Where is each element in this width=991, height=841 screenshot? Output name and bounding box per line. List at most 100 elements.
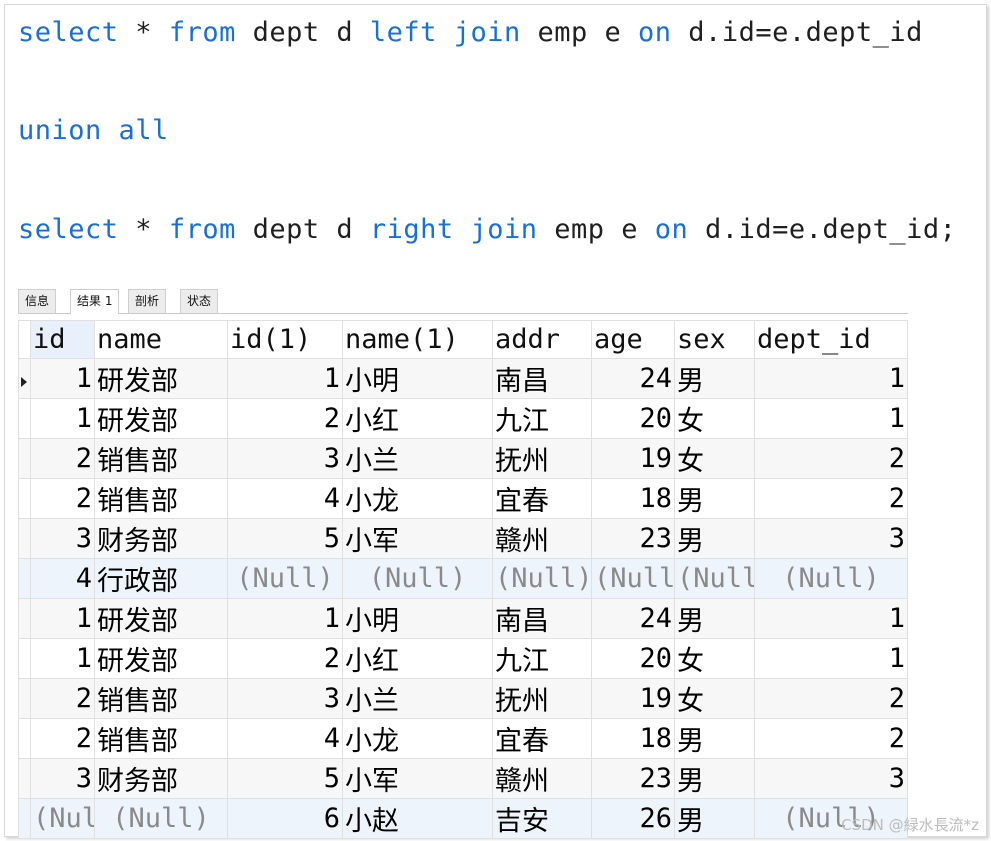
table-row[interactable]: 1 研发部 1 小明 南昌 24 男 1 (18, 598, 908, 639)
table-cell[interactable]: 1 (30, 398, 95, 439)
table-cell[interactable]: 2 (30, 478, 95, 519)
row-marker[interactable] (18, 718, 31, 759)
table-cell[interactable]: 5 (227, 758, 343, 799)
row-marker[interactable] (18, 478, 31, 519)
table-row[interactable]: 4行政部(Null)(Null)(Null)(Null)(Null)(Null) (18, 558, 908, 599)
row-marker[interactable] (18, 358, 31, 399)
column-header[interactable]: id(1) (227, 320, 343, 359)
table-cell[interactable]: 2 (30, 438, 95, 479)
table-cell[interactable]: 1 (227, 358, 343, 399)
table-cell[interactable]: 男 (674, 358, 755, 399)
table-cell[interactable]: 1 (30, 638, 95, 679)
row-marker[interactable] (18, 798, 31, 839)
table-cell[interactable]: 小明 (342, 598, 493, 639)
table-cell[interactable]: 19 (591, 438, 675, 479)
column-header[interactable]: id (30, 320, 95, 359)
table-cell[interactable]: 2 (754, 478, 908, 519)
tab-result-1[interactable]: 结果 1 (70, 289, 120, 314)
table-cell[interactable]: 男 (674, 478, 755, 519)
table-cell[interactable]: 18 (591, 718, 675, 759)
table-cell[interactable]: 宜春 (492, 718, 592, 759)
table-row[interactable]: (Null)(Null)6小赵吉安26男(Null) (18, 798, 908, 839)
table-cell[interactable]: 23 (591, 758, 675, 799)
table-cell[interactable]: 4 (227, 718, 343, 759)
column-header[interactable]: addr (492, 320, 592, 359)
sql-line-1[interactable]: select * from dept d left join emp e on … (18, 16, 923, 50)
table-cell[interactable]: 女 (674, 638, 755, 679)
table-cell[interactable]: 2 (30, 718, 95, 759)
tab-status[interactable]: 状态 (180, 289, 219, 313)
column-header[interactable]: age (591, 320, 675, 359)
table-cell[interactable]: 24 (591, 598, 675, 639)
table-row[interactable]: 2 销售部 3 小兰 抚州 19 女 2 (18, 438, 908, 479)
column-header[interactable]: sex (674, 320, 755, 359)
table-cell[interactable]: 销售部 (94, 718, 228, 759)
table-row[interactable]: 2 销售部 3 小兰 抚州 19 女 2 (18, 678, 908, 719)
table-cell[interactable]: 19 (591, 678, 675, 719)
table-cell[interactable]: 26 (591, 798, 675, 839)
table-row[interactable]: 3 财务部 5 小军 赣州 23 男 3 (18, 518, 908, 559)
table-row[interactable]: 1 研发部 2 小红 九江 20 女 1 (18, 398, 908, 439)
column-header[interactable]: name(1) (342, 320, 493, 359)
table-cell[interactable]: 1 (30, 598, 95, 639)
table-cell[interactable]: 行政部 (94, 558, 228, 599)
table-cell[interactable]: 男 (674, 718, 755, 759)
column-header[interactable]: dept_id (754, 320, 908, 359)
row-marker[interactable] (18, 558, 31, 599)
column-header[interactable]: name (94, 320, 228, 359)
sql-line-3[interactable]: select * from dept d right join emp e on… (18, 213, 956, 247)
table-cell[interactable]: (Null) (30, 798, 95, 839)
table-cell[interactable]: 女 (674, 678, 755, 719)
row-marker[interactable] (18, 518, 31, 559)
table-row[interactable]: 1 研发部 1 小明 南昌 24 男 1 (18, 358, 908, 399)
table-cell[interactable]: 20 (591, 398, 675, 439)
table-row[interactable]: 2 销售部 4 小龙 宜春 18 男 2 (18, 718, 908, 759)
table-cell[interactable]: 3 (30, 518, 95, 559)
table-cell[interactable]: 3 (754, 758, 908, 799)
row-marker[interactable] (18, 678, 31, 719)
table-cell[interactable]: 20 (591, 638, 675, 679)
table-cell[interactable]: 小军 (342, 758, 493, 799)
table-cell[interactable]: 南昌 (492, 598, 592, 639)
table-cell[interactable]: (Null) (342, 558, 493, 599)
table-cell[interactable]: 小军 (342, 518, 493, 559)
table-cell[interactable]: 九江 (492, 638, 592, 679)
table-cell[interactable]: 男 (674, 518, 755, 559)
table-cell[interactable]: 女 (674, 398, 755, 439)
table-cell[interactable]: (Null) (227, 558, 343, 599)
table-cell[interactable]: 1 (754, 398, 908, 439)
table-cell[interactable]: 研发部 (94, 358, 228, 399)
table-cell[interactable]: 23 (591, 518, 675, 559)
table-cell[interactable]: 18 (591, 478, 675, 519)
table-cell[interactable]: 研发部 (94, 598, 228, 639)
table-cell[interactable]: 6 (227, 798, 343, 839)
table-cell[interactable]: 3 (227, 678, 343, 719)
table-cell[interactable]: 女 (674, 438, 755, 479)
table-cell[interactable]: (Null) (492, 558, 592, 599)
table-cell[interactable]: 小龙 (342, 718, 493, 759)
table-cell[interactable]: 1 (754, 358, 908, 399)
row-marker[interactable] (18, 438, 31, 479)
table-cell[interactable]: 销售部 (94, 478, 228, 519)
table-cell[interactable]: 抚州 (492, 438, 592, 479)
table-cell[interactable]: 小红 (342, 398, 493, 439)
table-cell[interactable]: (Null) (674, 558, 755, 599)
sql-line-2[interactable]: union all (18, 114, 169, 148)
table-cell[interactable]: 财务部 (94, 758, 228, 799)
table-cell[interactable]: 2 (227, 638, 343, 679)
table-cell[interactable]: (Null) (754, 558, 908, 599)
table-cell[interactable]: 2 (754, 718, 908, 759)
table-row[interactable]: 1 研发部 2 小红 九江 20 女 1 (18, 638, 908, 679)
table-cell[interactable]: 4 (227, 478, 343, 519)
result-grid[interactable]: id name id(1) name(1) addr age sex dept_… (18, 320, 908, 839)
row-marker[interactable] (18, 758, 31, 799)
row-marker[interactable] (18, 638, 31, 679)
table-cell[interactable]: 1 (754, 638, 908, 679)
table-cell[interactable]: 男 (674, 598, 755, 639)
table-cell[interactable]: 小红 (342, 638, 493, 679)
table-cell[interactable]: 2 (754, 438, 908, 479)
table-cell[interactable]: 2 (754, 678, 908, 719)
row-marker[interactable] (18, 598, 31, 639)
table-cell[interactable]: 宜春 (492, 478, 592, 519)
table-cell[interactable]: 小兰 (342, 438, 493, 479)
